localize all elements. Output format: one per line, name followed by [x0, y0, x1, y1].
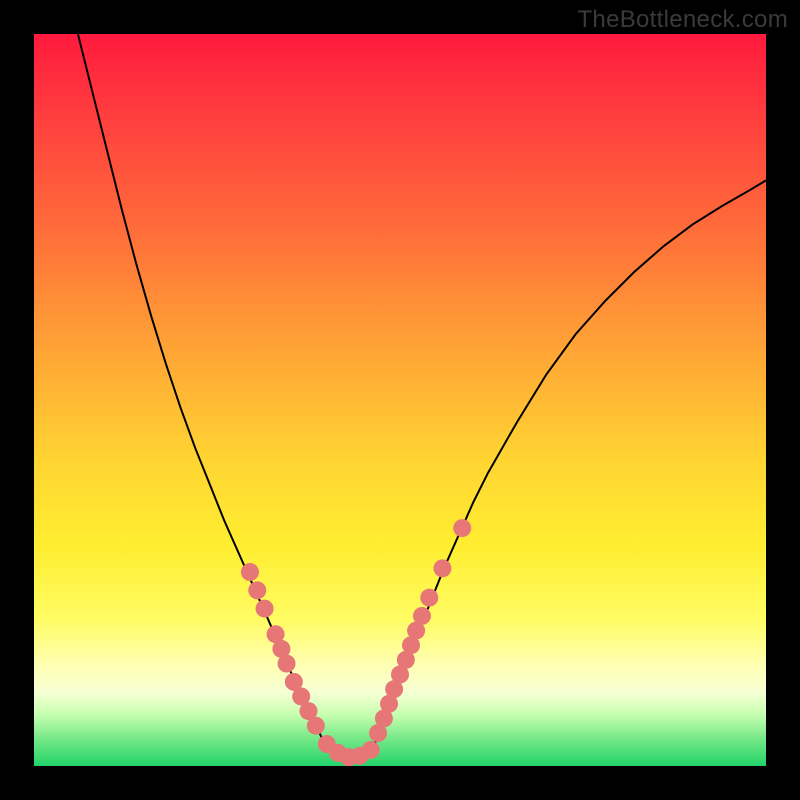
data-dot [307, 717, 325, 735]
data-dot [248, 581, 266, 599]
data-dot [241, 563, 259, 581]
chart-root: TheBottleneck.com [0, 0, 800, 800]
data-dot [362, 741, 380, 759]
plot-area [34, 34, 766, 766]
curve-right [371, 180, 766, 751]
curve-left [78, 34, 327, 748]
data-dot [278, 655, 296, 673]
data-dots [241, 519, 471, 766]
data-dot [453, 519, 471, 537]
data-dot [433, 559, 451, 577]
data-dot [256, 600, 274, 618]
bottleneck-curve [78, 34, 766, 759]
data-dot [413, 607, 431, 625]
data-dot [420, 589, 438, 607]
watermark: TheBottleneck.com [577, 6, 788, 34]
chart-svg [34, 34, 766, 766]
